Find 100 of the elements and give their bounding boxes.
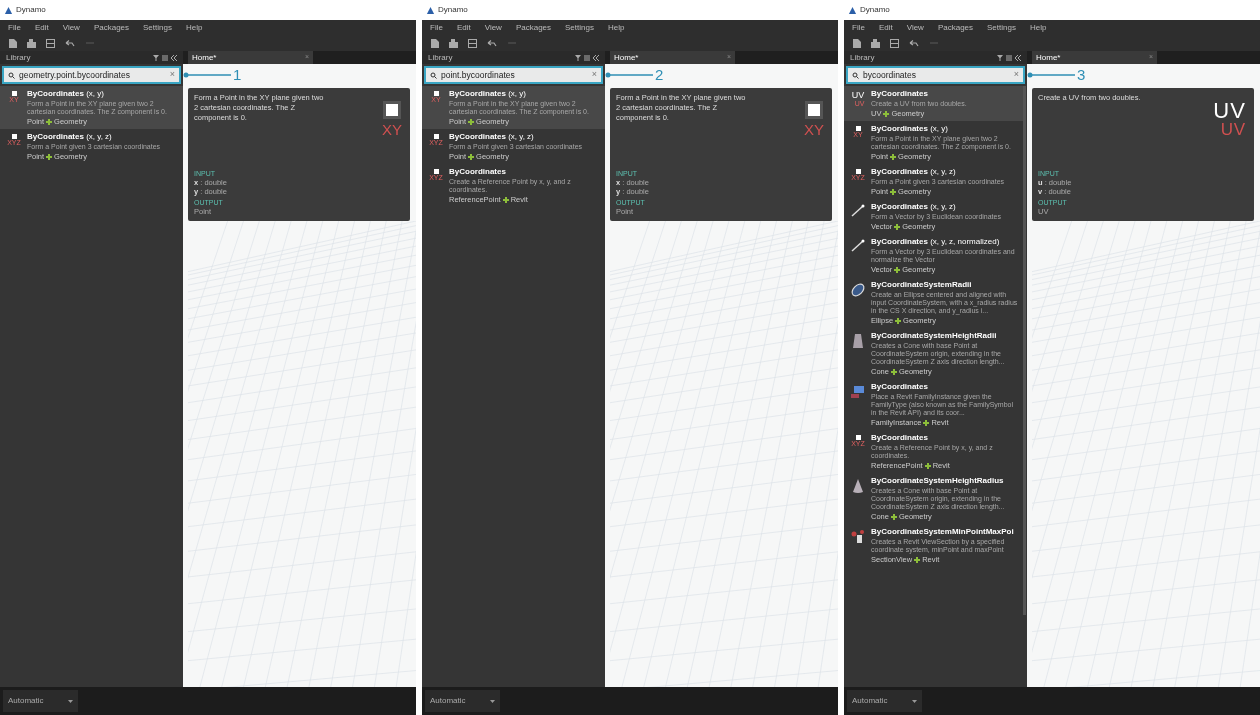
plus-icon: [890, 368, 897, 375]
plus-icon: [894, 266, 901, 273]
plus-icon: [46, 118, 53, 125]
menu-item[interactable]: Edit: [34, 21, 49, 34]
menu-item[interactable]: View: [484, 21, 502, 34]
result-title: ByCoordinates (x, y, z): [871, 167, 957, 177]
panel-title: Library: [850, 52, 875, 63]
point-icon: [855, 126, 861, 131]
plus-icon: [468, 153, 475, 160]
search-field[interactable]: point.bycoordinates ×: [424, 66, 603, 84]
plus-icon: [923, 419, 930, 426]
result-title: ByCoordinateSystemHeightRadii: [871, 331, 998, 341]
result-title: ByCoordinates: [871, 433, 929, 443]
save-icon[interactable]: [468, 38, 477, 48]
search-icon: [852, 71, 859, 79]
window-title: Dynamo: [16, 4, 46, 16]
search-icon: [8, 71, 15, 79]
filter-icon[interactable]: [575, 54, 581, 61]
undo-icon[interactable]: [65, 39, 75, 47]
clear-button[interactable]: ×: [169, 68, 175, 82]
result-title: ByCoordinateSystemRadii: [871, 280, 973, 290]
menu-item[interactable]: File: [852, 21, 865, 34]
plus-icon: [46, 153, 53, 160]
filter-icon[interactable]: [997, 54, 1003, 61]
menu-item[interactable]: Help: [185, 21, 203, 34]
open-file-icon[interactable]: [449, 38, 458, 48]
ellipse-icon: [850, 282, 866, 298]
plus-icon: [883, 110, 890, 117]
result-title: ByCoordinateSystemMinPointMaxPoi: [871, 527, 1015, 537]
panel-title: Library: [428, 52, 453, 63]
result-title: ByCoordinates (x, y, z): [27, 132, 113, 142]
new-file-icon[interactable]: [431, 38, 439, 48]
menu-item[interactable]: Edit: [456, 21, 471, 34]
result-title: ByCoordinates (x, y, z, normalized): [871, 237, 1001, 247]
search-field[interactable]: bycoordinates ×: [846, 66, 1025, 84]
result-title: ByCoordinates (x, y, z): [449, 132, 535, 142]
menu-item[interactable]: Settings: [565, 21, 594, 34]
undo-icon[interactable]: [909, 39, 919, 47]
filter-icon[interactable]: [153, 54, 159, 61]
new-file-icon[interactable]: [853, 38, 861, 48]
result-title: ByCoordinates (x, y, z): [871, 202, 957, 212]
callout-line: [1027, 72, 1075, 78]
undo-icon[interactable]: [487, 39, 497, 47]
clear-button[interactable]: ×: [591, 68, 597, 82]
icon-label: UV: [1213, 101, 1246, 121]
plus-icon: [890, 513, 897, 520]
search-icon: [430, 71, 437, 79]
menu-item[interactable]: Help: [607, 21, 625, 34]
plus-icon: [890, 188, 897, 195]
window-title: Dynamo: [860, 4, 890, 16]
result-title: ByCoordinates (x, y): [449, 89, 527, 99]
panel-title: Library: [6, 52, 31, 63]
menu-item[interactable]: Edit: [878, 21, 893, 34]
scrollbar[interactable]: [1023, 86, 1026, 615]
callout-number: 3: [1077, 66, 1086, 84]
new-file-icon[interactable]: [9, 38, 17, 48]
run-mode-dropdown[interactable]: Automatic: [425, 690, 500, 712]
app-logo-icon: [4, 5, 13, 15]
menu-item[interactable]: Packages: [937, 21, 974, 34]
menu-item[interactable]: Settings: [143, 21, 172, 34]
icon-label: UV: [851, 91, 865, 100]
menu-item[interactable]: Packages: [515, 21, 552, 34]
open-file-icon[interactable]: [871, 38, 880, 48]
point-icon: [433, 91, 439, 96]
cone-icon: [851, 333, 865, 349]
run-mode-dropdown[interactable]: Automatic: [847, 690, 922, 712]
point-icon: [855, 169, 861, 174]
save-icon[interactable]: [46, 38, 55, 48]
point-icon: [855, 435, 861, 440]
menu-item[interactable]: File: [430, 21, 443, 34]
menu-item[interactable]: View: [62, 21, 80, 34]
result-title: ByCoordinates: [449, 167, 507, 177]
point-icon: [433, 134, 439, 139]
callout-number: 1: [233, 66, 242, 84]
icon-label: XY: [804, 121, 824, 139]
point-icon: [11, 91, 17, 96]
menu-item[interactable]: Packages: [93, 21, 130, 34]
plus-icon: [894, 223, 901, 230]
plus-icon: [914, 556, 921, 563]
collapse-icon[interactable]: [593, 54, 599, 61]
point-icon: [383, 101, 401, 119]
menu-item[interactable]: Help: [1029, 21, 1047, 34]
clear-button[interactable]: ×: [1013, 68, 1019, 82]
save-icon[interactable]: [890, 38, 899, 48]
open-file-icon[interactable]: [27, 38, 36, 48]
menu-item[interactable]: Settings: [987, 21, 1016, 34]
collapse-icon[interactable]: [1015, 54, 1021, 61]
result-title: ByCoordinates: [871, 382, 929, 392]
search-field[interactable]: geometry.point.bycoordinates ×: [2, 66, 181, 84]
plus-icon: [924, 462, 931, 469]
collapse-icon[interactable]: [171, 54, 177, 61]
run-mode-dropdown[interactable]: Automatic: [3, 690, 78, 712]
result-title: ByCoordinates: [871, 89, 929, 99]
menu-item[interactable]: File: [8, 21, 21, 34]
menu-item[interactable]: View: [906, 21, 924, 34]
callout-number: 2: [655, 66, 664, 84]
plus-icon: [890, 153, 897, 160]
plus-icon: [895, 317, 902, 324]
caret-icon: [68, 699, 73, 703]
callout-line: [183, 72, 231, 78]
